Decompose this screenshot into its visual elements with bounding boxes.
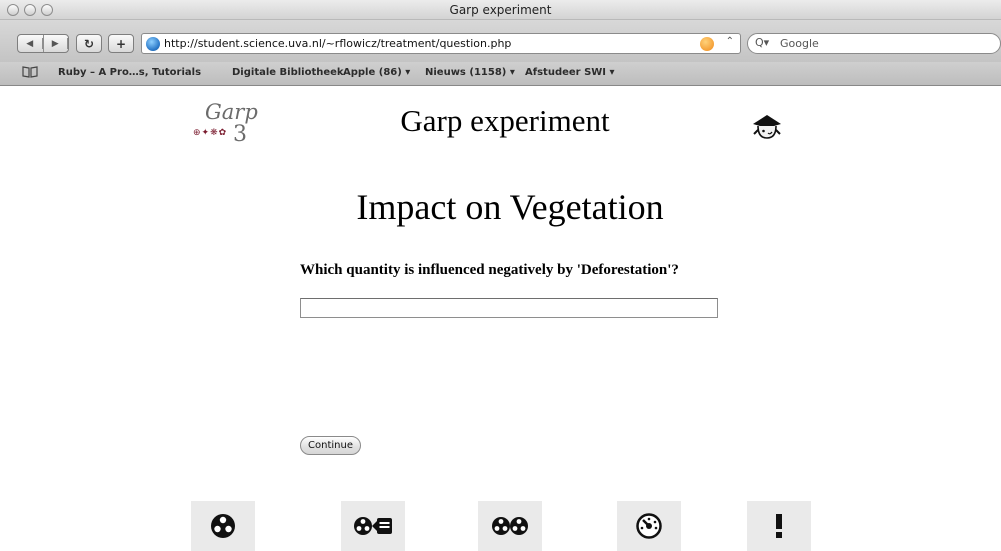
globe-icon bbox=[146, 37, 160, 51]
question-text: Which quantity is influenced negatively … bbox=[300, 262, 679, 278]
search-icon[interactable]: Q▾ bbox=[755, 36, 769, 49]
app-title: Garp experiment bbox=[400, 103, 610, 138]
info-icon bbox=[776, 514, 782, 538]
reload-icon: ↻ bbox=[83, 36, 95, 51]
window-titlebar: Garp experiment bbox=[0, 0, 1001, 20]
model-icon bbox=[211, 514, 235, 538]
logo-symbols-icon: ⊕✦❋✿ bbox=[193, 127, 228, 137]
bookmark-folder[interactable]: Afstudeer SWI ▾ bbox=[525, 67, 615, 78]
snapback-icon[interactable] bbox=[700, 37, 714, 51]
answer-input[interactable] bbox=[300, 298, 718, 318]
chevron-up-icon[interactable]: ⌃ bbox=[726, 36, 734, 47]
model-compare-icon bbox=[492, 517, 528, 535]
back-forward-control: ◀ ▶ bbox=[17, 34, 69, 53]
reload-button[interactable]: ↻ bbox=[76, 34, 102, 53]
nav-tile-dashboard[interactable] bbox=[617, 501, 681, 551]
model-to-list-icon bbox=[354, 517, 392, 535]
book-icon[interactable] bbox=[22, 66, 38, 81]
bookmark-item[interactable]: Ruby – A Pro…s, Tutorials bbox=[58, 67, 201, 78]
nav-tile-model-to-list[interactable] bbox=[341, 501, 405, 551]
bookmark-item[interactable]: Digitale Bibliotheek bbox=[232, 67, 344, 78]
plus-icon: + bbox=[115, 36, 127, 51]
page-heading: Impact on Vegetation bbox=[356, 187, 664, 227]
logo-number: 3 bbox=[233, 122, 247, 147]
window-title: Garp experiment bbox=[449, 3, 552, 17]
search-field[interactable]: Q▾ Google bbox=[747, 33, 1001, 54]
bookmarks-bar: Ruby – A Pro…s, Tutorials Digitale Bibli… bbox=[0, 62, 1001, 86]
back-arrow-icon: ◀ bbox=[18, 38, 43, 49]
continue-button[interactable]: Continue bbox=[300, 436, 361, 455]
address-bar[interactable]: http://student.science.uva.nl/~rflowicz/… bbox=[141, 33, 741, 54]
nav-tile-model-compare[interactable] bbox=[478, 501, 542, 551]
forward-button[interactable]: ▶ bbox=[44, 35, 68, 52]
url-text[interactable]: http://student.science.uva.nl/~rflowicz/… bbox=[164, 37, 511, 50]
dashboard-icon bbox=[636, 513, 662, 539]
mascot-icon bbox=[749, 112, 785, 145]
search-placeholder: Google bbox=[780, 37, 819, 50]
logo-word: Garp bbox=[205, 100, 258, 124]
bookmark-folder[interactable]: Apple (86) ▾ bbox=[343, 67, 410, 78]
garp-logo: Garp ⊕✦❋✿ 3 bbox=[193, 100, 273, 150]
forward-arrow-icon: ▶ bbox=[44, 38, 68, 49]
browser-toolbar: ◀ ▶ ↻ + http://student.science.uva.nl/~r… bbox=[0, 20, 1001, 62]
nav-tile-model[interactable] bbox=[191, 501, 255, 551]
bookmark-folder[interactable]: Nieuws (1158) ▾ bbox=[425, 67, 515, 78]
back-button[interactable]: ◀ bbox=[18, 35, 44, 52]
add-bookmark-button[interactable]: + bbox=[108, 34, 134, 53]
nav-tile-info[interactable] bbox=[747, 501, 811, 551]
